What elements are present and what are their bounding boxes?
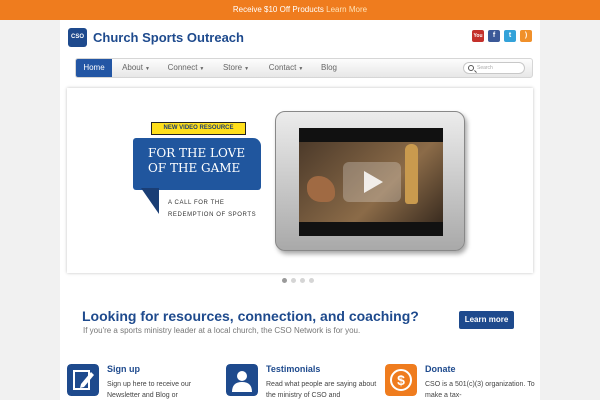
chevron-down-icon: ▼: [244, 66, 250, 72]
slide-ribbon-tail: [141, 188, 159, 214]
video-screen[interactable]: [299, 128, 443, 236]
youtube-icon[interactable]: You: [472, 30, 484, 42]
feature-donate-title[interactable]: Donate: [425, 364, 456, 374]
search-icon: [468, 65, 474, 71]
glove-image: [307, 176, 335, 202]
edit-icon[interactable]: [67, 364, 99, 396]
slider-dot-3[interactable]: [300, 278, 305, 283]
nav-connect-label: Connect: [167, 63, 198, 72]
person-icon[interactable]: [226, 364, 258, 396]
facebook-icon[interactable]: f: [488, 30, 500, 42]
site-title[interactable]: Church Sports Outreach: [93, 30, 244, 45]
slide-headline: FOR THE LOVE OF THE GAME: [148, 146, 246, 175]
chevron-down-icon: ▼: [144, 66, 150, 72]
search-input[interactable]: Search: [463, 62, 525, 74]
learn-more-button[interactable]: Learn more: [459, 311, 514, 329]
promo-learn-more-link[interactable]: Learn More: [326, 5, 367, 14]
feature-testimonials-text: Read what people are saying about the mi…: [266, 381, 377, 399]
nav-connect[interactable]: Connect ▼: [160, 59, 212, 77]
dollar-icon[interactable]: $: [385, 364, 417, 396]
feature-testimonials-title[interactable]: Testimonials: [266, 364, 320, 374]
cta-heading: Looking for resources, connection, and c…: [82, 308, 419, 324]
bat-image: [405, 144, 418, 204]
svg-text:$: $: [397, 372, 405, 388]
nav-contact-label: Contact: [268, 63, 297, 72]
feature-donate: $ Donate CSO is a 501(c)(3) organization…: [385, 364, 535, 400]
feature-signup-title[interactable]: Sign up: [107, 364, 140, 374]
cta-subtext: If you're a sports ministry leader at a …: [83, 326, 361, 335]
promo-text: Receive $10 Off Products: [232, 5, 324, 14]
site-logo[interactable]: CSO: [68, 28, 87, 47]
social-links: You f t ): [472, 30, 532, 42]
nav-store[interactable]: Store ▼: [214, 59, 258, 77]
nav-home[interactable]: Home: [76, 59, 112, 77]
feature-signup: Sign up Sign up here to receive our News…: [67, 364, 217, 400]
slider-dot-4[interactable]: [309, 278, 314, 283]
slider-dot-2[interactable]: [291, 278, 296, 283]
nav-about-label: About: [122, 63, 143, 72]
hero-slider[interactable]: NEW VIDEO RESOURCE FOR THE LOVE OF THE G…: [67, 88, 533, 273]
play-icon[interactable]: [343, 162, 401, 202]
feature-testimonials: Testimonials Read what people are saying…: [226, 364, 376, 400]
page-container: CSO Church Sports Outreach You f t ) Hom…: [60, 20, 540, 400]
nav-blog[interactable]: Blog: [314, 59, 344, 77]
nav-contact[interactable]: Contact ▼: [260, 59, 312, 77]
slide-badge: NEW VIDEO RESOURCE: [151, 122, 246, 135]
promo-bar: Receive $10 Off Products Learn More: [0, 0, 600, 20]
video-thumbnail: [299, 142, 443, 222]
main-navbar: Home About ▼ Connect ▼ Store ▼ Contact ▼ Blo…: [75, 58, 533, 78]
chevron-down-icon: ▼: [199, 66, 205, 72]
feature-donate-text: CSO is a 501(c)(3) organization. To make…: [425, 381, 535, 399]
video-frame[interactable]: [275, 111, 465, 251]
site-header: CSO Church Sports Outreach You f t ): [60, 20, 540, 56]
nav-store-label: Store: [222, 63, 243, 72]
slide-caption: A CALL FOR THE REDEMPTION OF SPORTS: [168, 200, 257, 218]
slider-dot-1[interactable]: [282, 278, 287, 283]
search-placeholder: Search: [477, 65, 493, 71]
rss-icon[interactable]: ): [520, 30, 532, 42]
nav-about[interactable]: About ▼: [114, 59, 158, 77]
twitter-icon[interactable]: t: [504, 30, 516, 42]
slider-pagination: [282, 278, 314, 283]
feature-signup-text: Sign up here to receive our Newsletter a…: [107, 381, 192, 399]
chevron-down-icon: ▼: [298, 66, 304, 72]
